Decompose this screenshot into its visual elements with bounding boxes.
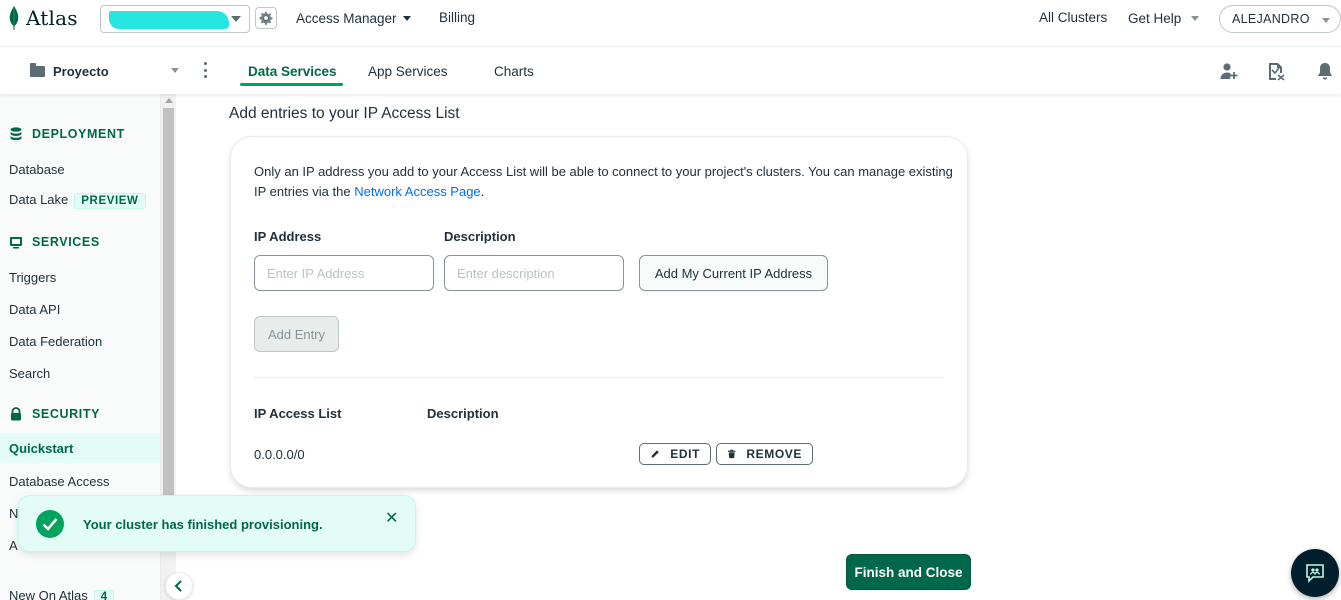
ip-access-description: Only an IP address you add to your Acces… — [254, 162, 954, 202]
finish-and-close-button[interactable]: Finish and Close — [846, 554, 971, 590]
billing-label: Billing — [439, 10, 476, 25]
description-end: . — [480, 184, 485, 199]
top-navigation-bar: Atlas Access Manager Billing All Cluster… — [0, 0, 1341, 47]
pencil-icon — [651, 450, 659, 458]
chat-support-button[interactable] — [1291, 549, 1339, 597]
folder-icon — [30, 63, 45, 77]
toast-message: Your cluster has finished provisioning. — [83, 517, 323, 532]
project-name: Proyecto — [53, 64, 109, 79]
get-help-label: Get Help — [1128, 11, 1182, 26]
deployment-section-header: DEPLOYMENT — [9, 127, 125, 141]
chat-bubble-icon — [1306, 564, 1324, 583]
description-input[interactable] — [444, 255, 624, 291]
user-menu-button[interactable]: ALEJANDRO — [1219, 5, 1341, 33]
sidebar-item-data-lake[interactable]: Data Lake PREVIEW — [9, 192, 146, 209]
services-label: SERVICES — [32, 235, 100, 249]
project-selector[interactable]: Proyecto — [30, 63, 109, 79]
active-tab-indicator — [240, 83, 343, 86]
services-section-header: SERVICES — [9, 235, 100, 249]
sidebar-item-data-federation[interactable]: Data Federation — [9, 334, 102, 349]
access-manager-label: Access Manager — [296, 11, 397, 26]
add-current-ip-button[interactable]: Add My Current IP Address — [639, 255, 828, 291]
quickstart-label: Quickstart — [9, 441, 74, 456]
remove-label: REMOVE — [746, 447, 802, 461]
data-lake-label: Data Lake — [9, 192, 69, 207]
sidebar-item-database[interactable]: Database — [9, 162, 65, 177]
divider — [254, 377, 944, 378]
security-section-header: SECURITY — [9, 407, 100, 421]
database-icon — [10, 127, 22, 141]
billing-link[interactable]: Billing — [439, 10, 475, 25]
tab-data-services[interactable]: Data Services — [248, 64, 337, 79]
sidebar-item-new-on-atlas[interactable]: New On Atlas 4 — [9, 588, 115, 600]
lock-icon — [11, 407, 21, 421]
caret-down-icon — [1322, 18, 1330, 23]
chevron-down-icon — [231, 16, 241, 22]
invite-user-icon[interactable] — [1219, 61, 1239, 81]
redacted-organization-name — [109, 11, 229, 29]
notifications-bell-icon[interactable] — [1315, 61, 1335, 81]
all-clusters-label: All Clusters — [1039, 10, 1108, 25]
gear-icon — [259, 11, 273, 25]
sidebar-item-data-api[interactable]: Data API — [9, 302, 60, 317]
user-name: ALEJANDRO — [1232, 12, 1310, 26]
chevron-down-icon[interactable] — [171, 68, 179, 73]
ip-address-label: IP Address — [254, 229, 322, 244]
access-manager-menu[interactable]: Access Manager — [296, 11, 411, 26]
sidebar-item-triggers[interactable]: Triggers — [9, 270, 56, 285]
tab-charts[interactable]: Charts — [494, 64, 534, 79]
preview-badge: PREVIEW — [74, 193, 146, 209]
close-icon[interactable]: ✕ — [385, 508, 398, 528]
project-options-menu-icon[interactable] — [204, 62, 208, 78]
edit-label: EDIT — [670, 447, 700, 461]
description-label: Description — [444, 229, 516, 244]
edit-entry-button[interactable]: EDIT — [639, 443, 711, 465]
scrollbar-thumb[interactable] — [163, 108, 174, 500]
sidebar-item-database-access[interactable]: Database Access — [9, 474, 109, 489]
all-clusters-link[interactable]: All Clusters — [1039, 10, 1107, 25]
get-help-menu[interactable]: Get Help — [1128, 11, 1200, 26]
caret-down-icon — [1191, 16, 1200, 21]
remove-entry-button[interactable]: REMOVE — [716, 443, 813, 465]
caret-down-icon — [402, 16, 411, 21]
logo-text: Atlas — [26, 6, 78, 30]
sidebar-item-network-access[interactable]: N — [9, 506, 18, 521]
new-on-atlas-count: 4 — [93, 590, 115, 600]
organization-settings-button[interactable] — [255, 7, 277, 29]
sidebar-item-quickstart[interactable]: Quickstart — [0, 433, 160, 463]
ip-access-list-header: IP Access List — [254, 406, 342, 421]
page-title: Add entries to your IP Access List — [229, 105, 460, 122]
scroll-up-icon[interactable] — [165, 98, 173, 103]
ip-access-card: Only an IP address you add to your Acces… — [230, 136, 968, 488]
sidebar-item-advanced[interactable]: A — [9, 538, 18, 553]
checkmark-circle-icon — [36, 510, 64, 538]
mongodb-leaf-icon — [9, 6, 19, 30]
atlas-logo[interactable]: Atlas — [8, 6, 78, 30]
sidebar-item-search[interactable]: Search — [9, 366, 50, 381]
new-on-atlas-label: New On Atlas — [9, 588, 88, 600]
ip-entry-value: 0.0.0.0/0 — [254, 447, 305, 462]
add-entry-button[interactable]: Add Entry — [254, 316, 339, 352]
description-column-header: Description — [427, 406, 499, 421]
network-access-page-link[interactable]: Network Access Page — [354, 184, 480, 199]
tab-app-services[interactable]: App Services — [368, 64, 448, 79]
ip-address-input[interactable] — [254, 255, 434, 291]
deployment-label: DEPLOYMENT — [32, 127, 125, 141]
organization-selector[interactable] — [100, 5, 250, 33]
activity-feed-icon[interactable] — [1266, 61, 1286, 81]
services-icon — [10, 237, 22, 249]
project-navigation-bar: Proyecto Data Services App Services Char… — [0, 47, 1341, 94]
collapse-sidebar-button[interactable] — [165, 572, 193, 600]
security-label: SECURITY — [32, 407, 101, 421]
chevron-left-icon — [174, 580, 182, 592]
trash-icon — [728, 449, 736, 459]
provisioning-toast: Your cluster has finished provisioning. … — [18, 495, 416, 552]
